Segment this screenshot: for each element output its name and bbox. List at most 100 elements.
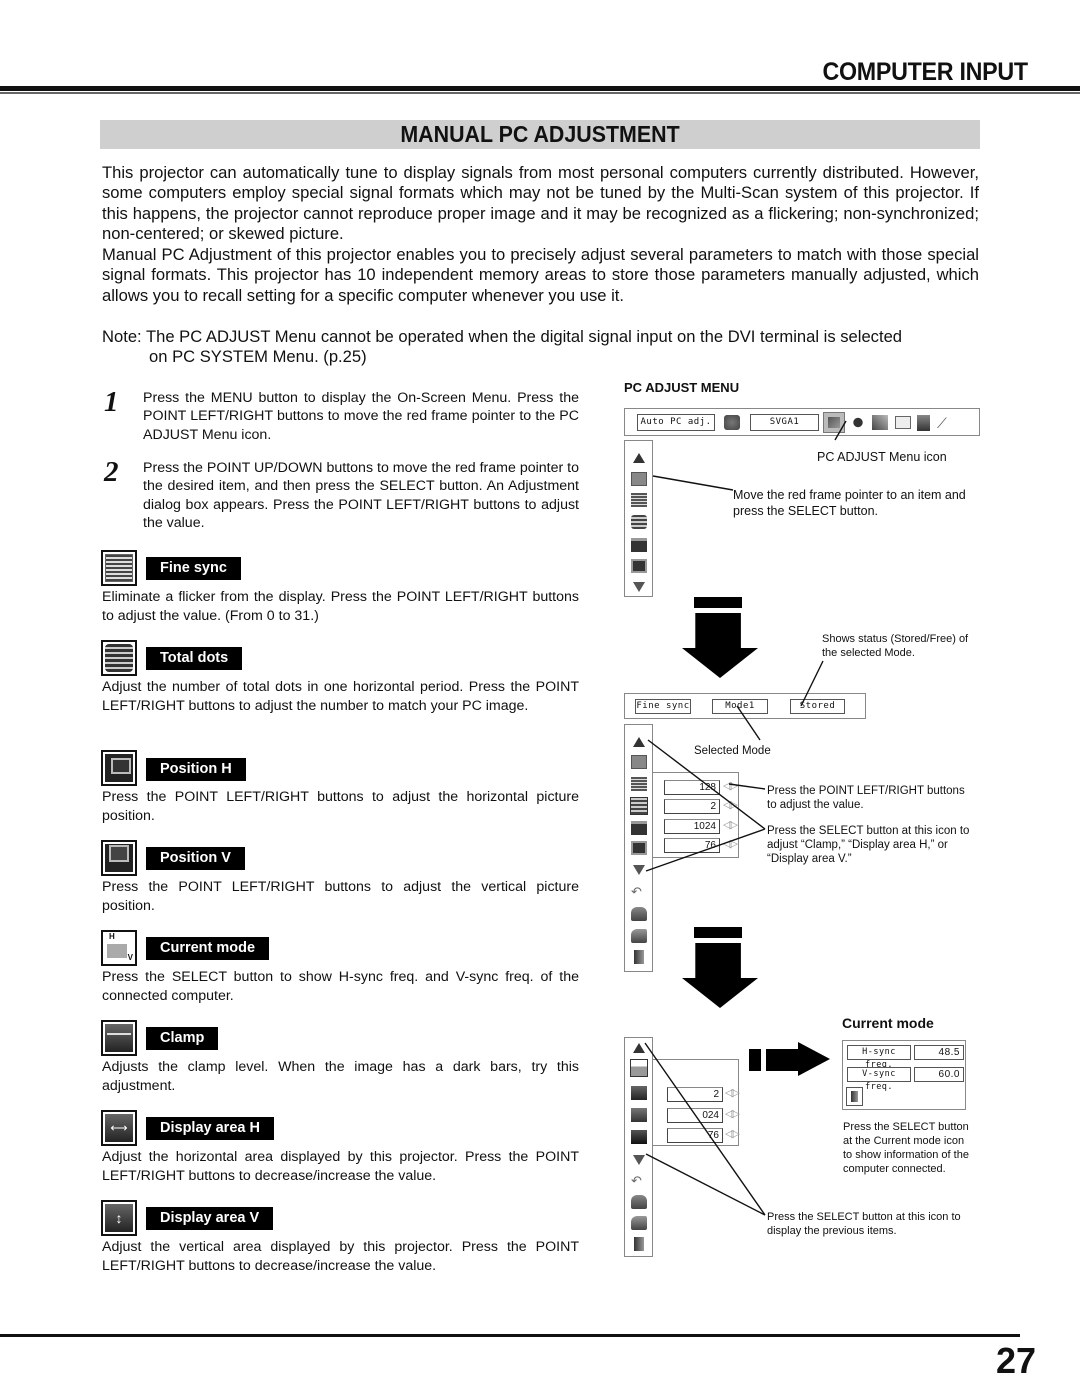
position-v-menu-icon[interactable]: [631, 559, 647, 573]
step-text-1: Press the MENU button to display the On-…: [143, 390, 579, 443]
item-label-display-area-h: Display area H: [146, 1117, 274, 1140]
header-rule: [0, 86, 1080, 91]
position-h-menu-icon[interactable]: [631, 538, 647, 552]
store-icon[interactable]: [631, 907, 647, 921]
item-label-current-mode: Current mode: [146, 937, 270, 960]
callout-previous-items: Press the SELECT button at this icon to …: [767, 1211, 961, 1237]
left-right-arrows[interactable]: ◁▷: [725, 1127, 740, 1140]
current-mode-menu-icon-selected[interactable]: [630, 1059, 648, 1077]
item-label-position-v: Position V: [146, 847, 245, 870]
pc-system-icon[interactable]: [724, 415, 740, 430]
position-v-menu-icon[interactable]: [631, 841, 647, 855]
left-right-arrows[interactable]: ◁▷: [723, 837, 738, 850]
left-right-arrows[interactable]: ◁▷: [725, 1107, 740, 1120]
callout-left-right: Press the POINT LEFT/RIGHT buttons to ad…: [767, 785, 965, 811]
item-desc-display-area-v: Adjust the vertical area displayed by th…: [102, 1239, 579, 1274]
store-icon[interactable]: [631, 1195, 647, 1209]
mode-field[interactable]: Mode1: [712, 699, 768, 714]
scroll-down-icon[interactable]: [631, 865, 647, 879]
leader-line: [652, 475, 734, 491]
footer-rule: [0, 1334, 1020, 1337]
header-rule-thin: [0, 92, 1080, 94]
down-arrow-2: [682, 927, 758, 1008]
vsync-label: V-sync freq.: [847, 1067, 911, 1092]
reset-icon[interactable]: ↶: [631, 885, 647, 899]
callout-move-pointer: Move the red frame pointer to an item an…: [733, 488, 966, 518]
image-select-icon[interactable]: [872, 415, 888, 430]
pc-adjust-menu-icon[interactable]: [823, 412, 845, 433]
image-adjust-icon[interactable]: [850, 415, 866, 430]
vsync-value: 60.0: [914, 1067, 964, 1082]
item-label-display-area-v: Display area V: [146, 1207, 274, 1230]
quit-icon[interactable]: [634, 1237, 644, 1251]
total-dots-menu-icon[interactable]: [631, 515, 647, 529]
auto-pc-adj-icon[interactable]: [631, 472, 647, 486]
clamp-menu-icon[interactable]: [631, 1086, 647, 1100]
item-name-field: Fine sync: [635, 699, 691, 714]
callout-status: Shows status (Stored/Free) of the select…: [822, 633, 969, 659]
total-dots-menu-icon-selected[interactable]: [630, 797, 648, 815]
left-right-arrows[interactable]: ◁▷: [723, 818, 738, 831]
display-area-v-value: 76: [667, 1128, 723, 1143]
item-label-fine-sync: Fine sync: [146, 557, 241, 580]
section-banner: MANUAL PC ADJUSTMENT: [100, 120, 980, 149]
fine-sync-menu-icon[interactable]: [631, 493, 647, 507]
display-area-h-icon: ⟷: [101, 1110, 137, 1146]
item-desc-display-area-h: Adjust the horizontal area displayed by …: [102, 1149, 579, 1184]
current-mode-icon: H V: [101, 930, 137, 966]
note-line-1: Note: The PC ADJUST Menu cannot be opera…: [102, 327, 903, 346]
callout-pc-adjust-icon: PC ADJUST Menu icon: [817, 450, 947, 464]
position-h-menu-icon[interactable]: [631, 821, 647, 835]
status-field: Stored: [790, 699, 845, 714]
position-h-icon: [101, 750, 137, 786]
position-v-icon: [101, 840, 137, 876]
fine-sync-icon: [101, 550, 137, 586]
callout-selected-mode: Selected Mode: [694, 745, 771, 757]
svga-mode-field[interactable]: SVGA1: [750, 414, 819, 431]
leader-line: [645, 1153, 766, 1216]
intro-paragraph-1: This projector can automatically tune to…: [102, 163, 979, 244]
callout-select-icon: Press the SELECT button at this icon to …: [767, 825, 970, 865]
reset-icon[interactable]: ↶: [631, 1174, 647, 1188]
scroll-up-icon[interactable]: [631, 1043, 647, 1057]
note-line-2: on PC SYSTEM Menu. (p.25): [149, 347, 367, 367]
setting-icon[interactable]: ⟋: [937, 415, 953, 431]
display-area-v-menu-icon[interactable]: [631, 1130, 647, 1144]
step-text-2: Press the POINT UP/DOWN buttons to move …: [143, 460, 579, 531]
scroll-up-icon[interactable]: [631, 737, 647, 751]
screen-icon[interactable]: [895, 416, 911, 429]
auto-pc-adj-icon[interactable]: [631, 755, 647, 769]
item-desc-fine-sync: Eliminate a flicker from the display. Pr…: [102, 589, 579, 624]
scroll-down-icon[interactable]: [631, 1155, 647, 1169]
auto-pc-adj-field[interactable]: Auto PC adj.: [637, 414, 715, 431]
quit-button[interactable]: [846, 1087, 863, 1106]
item-desc-current-mode: Press the SELECT button to show H-sync f…: [102, 969, 579, 1004]
chapter-title: COMPUTER INPUT: [822, 58, 1029, 86]
osd-adjust-bar: Fine sync Mode1 Stored: [624, 693, 866, 719]
scroll-up-icon[interactable]: [631, 453, 647, 467]
item-desc-clamp: Adjusts the clamp level. When the image …: [102, 1059, 579, 1094]
sound-icon[interactable]: [917, 415, 930, 431]
position-v-value: 76: [664, 838, 720, 853]
left-right-arrows[interactable]: ◁▷: [723, 779, 738, 792]
free-icon[interactable]: [631, 929, 647, 943]
item-desc-position-h: Press the POINT LEFT/RIGHT buttons to ad…: [102, 789, 579, 824]
scroll-down-icon[interactable]: [631, 582, 647, 596]
free-icon[interactable]: [631, 1216, 647, 1230]
item-desc-total-dots: Adjust the number of total dots in one h…: [102, 679, 579, 714]
total-dots-icon: [101, 640, 137, 676]
fine-sync-value: 128: [664, 780, 720, 795]
left-right-arrows[interactable]: ◁▷: [723, 798, 738, 811]
item-desc-position-v: Press the POINT LEFT/RIGHT buttons to ad…: [102, 879, 579, 914]
clamp-icon: [101, 1020, 137, 1056]
diagram-title: PC ADJUST MENU: [624, 380, 740, 395]
osd-value-panel-1: 128 ◁▷ 2 ◁▷ 1024 ◁▷ 76 ◁▷: [652, 772, 739, 858]
left-right-arrows[interactable]: ◁▷: [725, 1086, 740, 1099]
note: Note: The PC ADJUST Menu cannot be opera…: [102, 327, 979, 368]
osd-value-panel-2: 2 ◁▷ 024 ◁▷ 76 ◁▷: [652, 1059, 740, 1146]
display-area-h-menu-icon[interactable]: [631, 1108, 647, 1122]
callout-current-mode: Press the SELECT button at the Current m…: [843, 1121, 969, 1175]
item-label-total-dots: Total dots: [146, 647, 243, 670]
fine-sync-menu-icon[interactable]: [631, 777, 647, 791]
quit-icon[interactable]: [634, 950, 644, 964]
